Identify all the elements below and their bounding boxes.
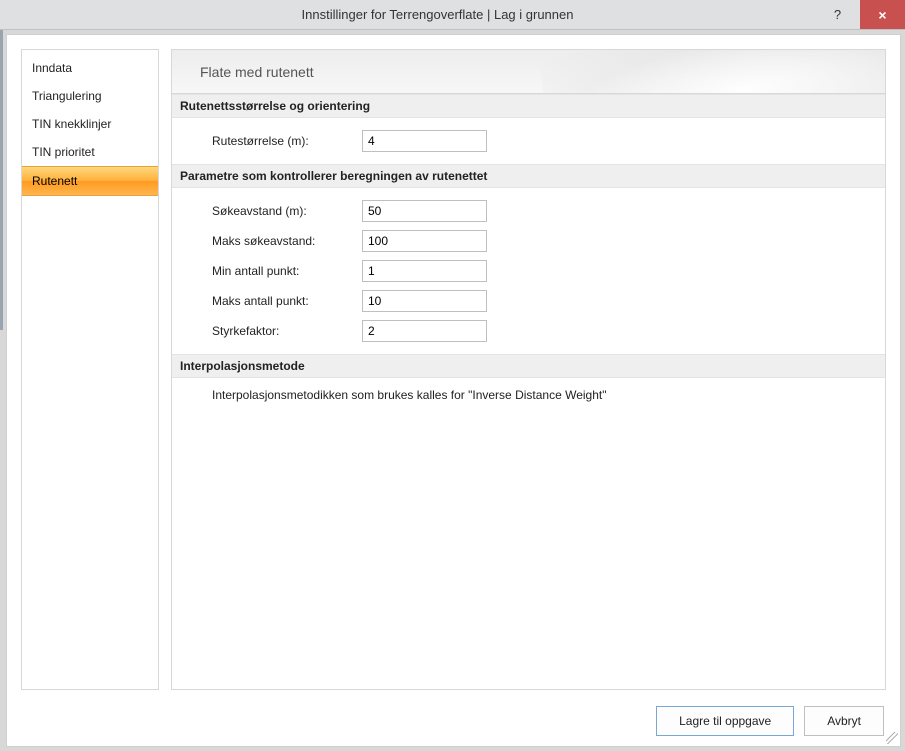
label-rutestorrelse: Rutestørrelse (m):	[212, 134, 362, 148]
panel-title: Flate med rutenett	[200, 64, 314, 80]
row-styrkefaktor: Styrkefaktor:	[212, 316, 877, 346]
left-edge-decoration	[0, 30, 3, 330]
section-body-size: Rutestørrelse (m):	[172, 118, 885, 164]
panel-header: Flate med rutenett	[172, 50, 885, 94]
label-maks-sokeavstand: Maks søkeavstand:	[212, 234, 362, 248]
sidebar-item-label: TIN prioritet	[32, 145, 95, 159]
titlebar: Innstillinger for Terrengoverflate | Lag…	[0, 0, 905, 30]
sidebar-item-triangulering[interactable]: Triangulering	[22, 82, 158, 110]
input-sokeavstand[interactable]	[362, 200, 487, 222]
row-maks-antall-punkt: Maks antall punkt:	[212, 286, 877, 316]
sidebar-item-label: Triangulering	[32, 89, 102, 103]
input-rutestorrelse[interactable]	[362, 130, 487, 152]
interpolasjon-text: Interpolasjonsmetodikken som brukes kall…	[172, 378, 885, 410]
sidebar-item-label: Inndata	[32, 61, 72, 75]
input-maks-antall-punkt[interactable]	[362, 290, 487, 312]
sidebar-item-tin-knekklinjer[interactable]: TIN knekklinjer	[22, 110, 158, 138]
label-sokeavstand: Søkeavstand (m):	[212, 204, 362, 218]
footer: Lagre til oppgave Avbryt	[7, 696, 900, 746]
cancel-button[interactable]: Avbryt	[804, 706, 884, 736]
sidebar-item-inndata[interactable]: Inndata	[22, 54, 158, 82]
input-min-antall-punkt[interactable]	[362, 260, 487, 282]
sidebar-item-rutenett[interactable]: Rutenett	[22, 166, 158, 196]
section-title-size: Rutenettsstørrelse og orientering	[172, 94, 885, 118]
window-title: Innstillinger for Terrengoverflate | Lag…	[0, 7, 815, 22]
row-rutestorrelse: Rutestørrelse (m):	[212, 126, 877, 156]
close-button[interactable]: ×	[860, 0, 905, 29]
input-styrkefaktor[interactable]	[362, 320, 487, 342]
dialog-frame: Inndata Triangulering TIN knekklinjer TI…	[6, 34, 901, 747]
sidebar-item-tin-prioritet[interactable]: TIN prioritet	[22, 138, 158, 166]
main-panel: Flate med rutenett Rutenettsstørrelse og…	[171, 49, 886, 690]
help-button[interactable]: ?	[815, 0, 860, 29]
input-maks-sokeavstand[interactable]	[362, 230, 487, 252]
resize-grip[interactable]	[886, 732, 898, 744]
section-title-interpolasjon: Interpolasjonsmetode	[172, 354, 885, 378]
sidebar-item-label: TIN knekklinjer	[32, 117, 111, 131]
row-maks-sokeavstand: Maks søkeavstand:	[212, 226, 877, 256]
label-maks-antall-punkt: Maks antall punkt:	[212, 294, 362, 308]
sidebar: Inndata Triangulering TIN knekklinjer TI…	[21, 49, 159, 690]
section-title-parametre: Parametre som kontrollerer beregningen a…	[172, 164, 885, 188]
content-area: Inndata Triangulering TIN knekklinjer TI…	[21, 49, 886, 690]
sidebar-item-label: Rutenett	[32, 174, 77, 188]
row-sokeavstand: Søkeavstand (m):	[212, 196, 877, 226]
save-button[interactable]: Lagre til oppgave	[656, 706, 794, 736]
row-min-antall-punkt: Min antall punkt:	[212, 256, 877, 286]
label-styrkefaktor: Styrkefaktor:	[212, 324, 362, 338]
panel-body: Rutenettsstørrelse og orientering Rutest…	[172, 94, 885, 689]
section-body-parametre: Søkeavstand (m): Maks søkeavstand: Min a…	[172, 188, 885, 354]
label-min-antall-punkt: Min antall punkt:	[212, 264, 362, 278]
title-controls: ? ×	[815, 0, 905, 29]
